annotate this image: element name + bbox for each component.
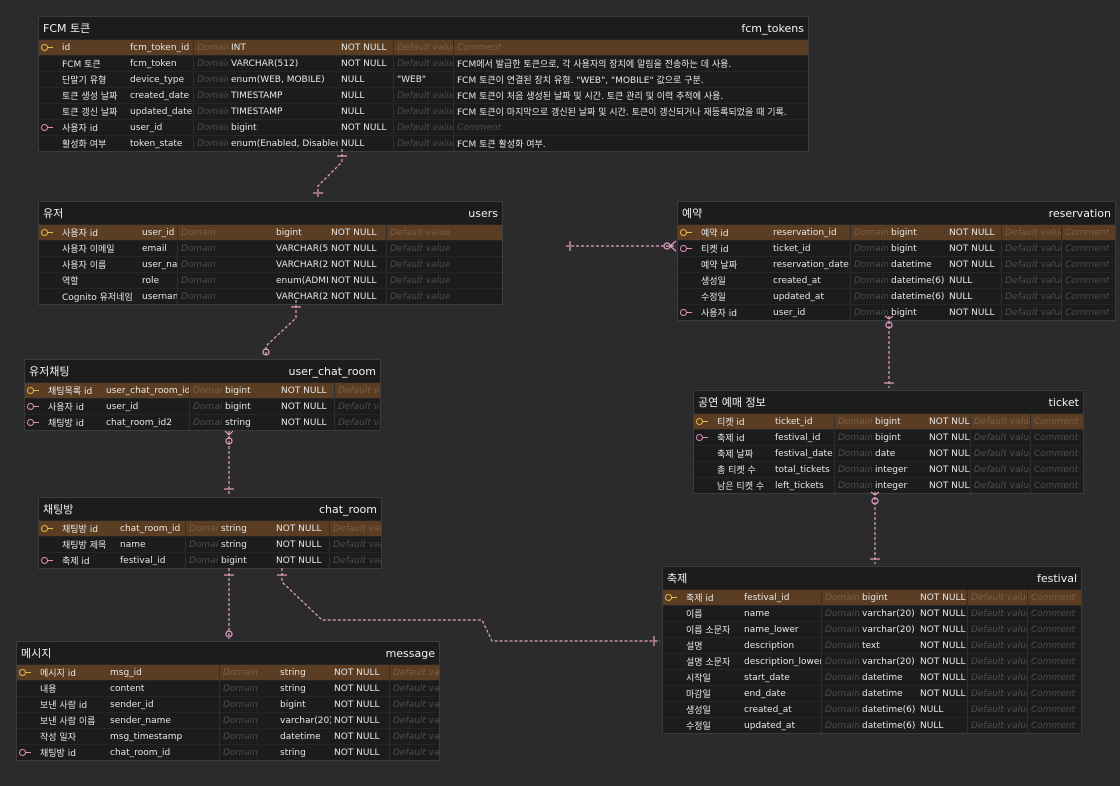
relation-end-many [669, 240, 677, 247]
relationship-lines [224, 149, 894, 646]
relation-end-many [669, 245, 677, 252]
relation-users-user_chat_room [265, 300, 297, 357]
relation-festival-chat_room [281, 568, 660, 642]
relation-end-many [228, 430, 234, 436]
